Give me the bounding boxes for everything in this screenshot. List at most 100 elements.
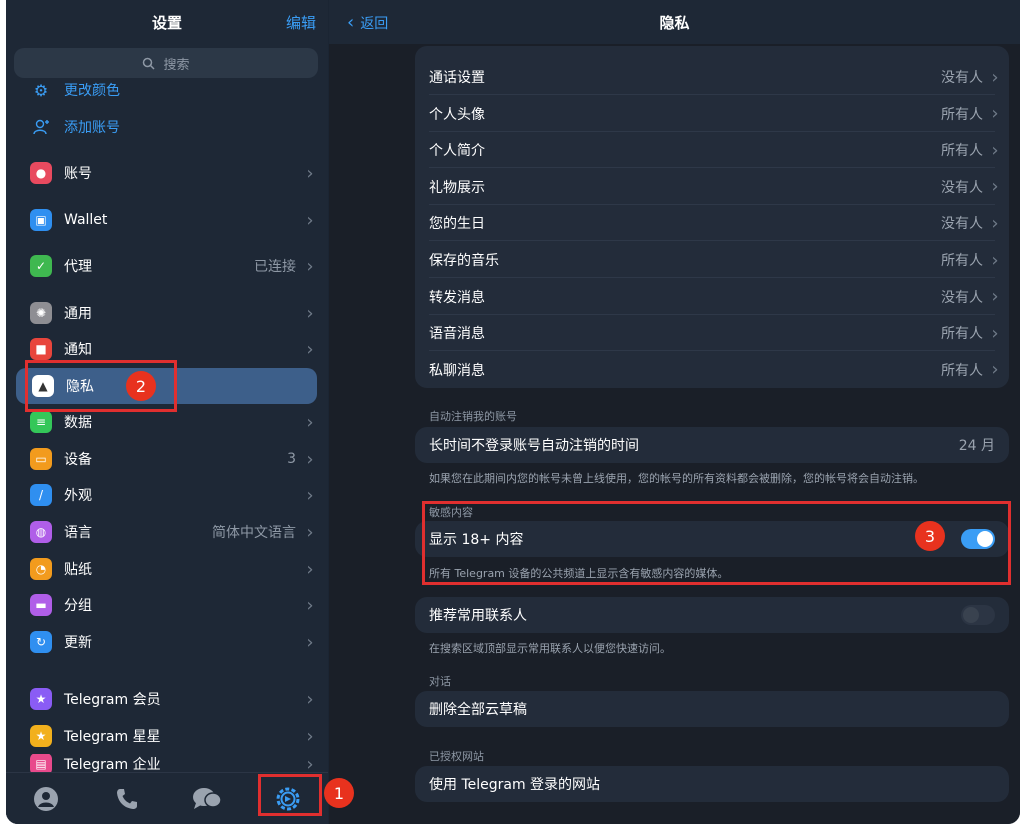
annotation-badge-1: 1 (324, 778, 354, 808)
privacy-row[interactable]: 通话设置 没有人 › (415, 59, 1009, 95)
privacy-header: ‹ 返回 隐私 (329, 0, 1020, 44)
privacy-title: 隐私 (659, 14, 690, 32)
search-placeholder: 搜索 (163, 57, 190, 73)
sidebar-item-8[interactable]: / 外观 › (14, 477, 320, 513)
refresh-icon: ↻ (30, 631, 52, 653)
sidebar-item-10[interactable]: ◔ 贴纸 › (14, 551, 320, 587)
suggest-contacts-label: 推荐常用联系人 (429, 608, 527, 624)
add-account-item[interactable]: 添加账号 (14, 109, 320, 145)
chevron-right-icon: › (306, 558, 314, 580)
add-account-label: 添加账号 (64, 120, 120, 136)
phone-icon (116, 788, 137, 809)
privacy-row-value: 没有人 (941, 216, 983, 233)
privacy-row-value: 没有人 (941, 179, 983, 196)
chevron-right-icon: › (991, 103, 999, 125)
chevron-right-icon: › (306, 754, 314, 774)
privacy-row[interactable]: 保存的音乐 所有人 › (415, 242, 1009, 278)
contacts-card: 推荐常用联系人 (415, 597, 1009, 633)
sidebar-item-13[interactable]: ★ Telegram 会员 › (14, 681, 320, 717)
annotation-badge-2: 2 (126, 371, 156, 401)
chevron-right-icon: › (306, 209, 314, 231)
change-color-item[interactable]: ⚙ 更改颜色 (14, 80, 320, 106)
star-icon: ★ (30, 725, 52, 747)
sidebar-item-2[interactable]: ✓ 代理 已连接 › (14, 248, 320, 284)
privacy-pane: ‹ 返回 隐私 通话设置 没有人 › 个人头像 所有人 › 个人简介 所有人 › 礼物展示 没有人 ›… (329, 0, 1020, 824)
privacy-row-label: 个人简介 (429, 143, 485, 160)
chevron-right-icon: › (306, 411, 314, 433)
privacy-row-label: 转发消息 (429, 289, 485, 306)
sidebar-item-value: 简体中文语言 (212, 525, 296, 541)
sidebar-item-12[interactable]: ↻ 更新 › (14, 624, 320, 660)
sidebar-item-14[interactable]: ★ Telegram 星星 › (14, 718, 320, 754)
sidebar-item-label: 通知 (64, 342, 92, 358)
chevron-right-icon: › (991, 139, 999, 161)
sticker-icon: ◔ (30, 558, 52, 580)
sidebar-item-label: 语言 (64, 525, 92, 541)
sidebar-item-label: Telegram 企业 (64, 757, 161, 773)
chevron-right-icon: › (306, 631, 314, 653)
chevron-right-icon: › (991, 66, 999, 88)
auto-delete-row[interactable]: 长时间不登录账号自动注销的时间 24 月 (415, 427, 1009, 463)
contacts-icon (34, 786, 59, 811)
chevron-right-icon: › (306, 162, 314, 184)
wallet-icon: ▣ (30, 209, 52, 231)
privacy-row-value: 没有人 (941, 289, 983, 306)
sidebar-title: 设置 (151, 14, 182, 32)
edit-button[interactable]: 编辑 (286, 12, 316, 33)
websites-card: 使用 Telegram 登录的网站 (415, 766, 1009, 802)
privacy-settings-card: 通话设置 没有人 › 个人头像 所有人 › 个人简介 所有人 › 礼物展示 没有人 › 您的生日 没有人 ›… (415, 46, 1009, 388)
sidebar-item-label: Telegram 会员 (64, 692, 161, 708)
folder-icon: ▬ (30, 594, 52, 616)
suggest-contacts-toggle[interactable] (961, 605, 995, 625)
sidebar-item-15[interactable]: ▤ Telegram 企业 › (14, 754, 320, 774)
logged-websites-row[interactable]: 使用 Telegram 登录的网站 (415, 766, 1009, 802)
sidebar-item-0[interactable]: ● 账号 › (14, 155, 320, 191)
privacy-row-label: 个人头像 (429, 106, 485, 123)
privacy-row[interactable]: 礼物展示 没有人 › (415, 169, 1009, 205)
tab-chats[interactable] (187, 779, 227, 819)
sidebar-item-7[interactable]: ▭ 设备 3 › (14, 441, 320, 477)
add-user-icon (30, 116, 52, 138)
privacy-row[interactable]: 个人简介 所有人 › (415, 132, 1009, 169)
search-input[interactable]: 搜索 (14, 48, 318, 78)
chevron-right-icon: › (991, 176, 999, 198)
notification-icon: ■ (30, 338, 52, 360)
chevron-right-icon: › (306, 594, 314, 616)
privacy-row[interactable]: 您的生日 没有人 › (415, 205, 1009, 242)
logged-websites-label: 使用 Telegram 登录的网站 (429, 777, 601, 793)
chevron-right-icon: › (306, 302, 314, 324)
sidebar-item-label: 更新 (64, 635, 92, 651)
database-icon: ≡ (30, 411, 52, 433)
privacy-row[interactable]: 语音消息 所有人 › (415, 315, 1009, 352)
chevron-right-icon: › (306, 484, 314, 506)
annotation-badge-3: 3 (915, 521, 945, 551)
tab-calls[interactable] (107, 779, 147, 819)
business-icon: ▤ (30, 754, 52, 774)
chevron-right-icon: › (991, 249, 999, 271)
privacy-row[interactable]: 私聊消息 所有人 › (415, 352, 1009, 388)
chevron-right-icon: › (991, 286, 999, 308)
chevron-right-icon: › (306, 725, 314, 747)
privacy-row[interactable]: 个人头像 所有人 › (415, 96, 1009, 132)
sidebar-item-11[interactable]: ▬ 分组 › (14, 587, 320, 623)
delete-drafts-row[interactable]: 删除全部云草稿 (415, 691, 1009, 727)
privacy-row-label: 您的生日 (429, 216, 485, 233)
search-icon (143, 57, 156, 70)
sidebar-item-3[interactable]: ✺ 通用 › (14, 295, 320, 331)
sidebar-item-label: 设备 (64, 452, 92, 468)
tab-contacts[interactable] (26, 779, 66, 819)
sidebar-item-1[interactable]: ▣ Wallet › (14, 202, 320, 238)
palette-icon: ⚙ (33, 80, 49, 100)
laptop-icon: ▭ (30, 448, 52, 470)
suggest-contacts-row: 推荐常用联系人 (415, 597, 1009, 633)
contacts-footnote: 在搜索区域顶部显示常用联系人以便您快速访问。 (429, 642, 671, 655)
chevron-right-icon: › (991, 212, 999, 234)
gear-icon: ✺ (30, 302, 52, 324)
sidebar-item-9[interactable]: ◍ 语言 简体中文语言 › (14, 514, 320, 550)
chevron-right-icon: › (306, 338, 314, 360)
sidebar-item-label: 外观 (64, 488, 92, 504)
sidebar-item-label: 数据 (64, 415, 92, 431)
telegram-window: 设置 编辑 搜索 ⚙ 更改颜色 添加账号 ● 账号 › ▣ Wallet › ✓ 代理 已连接 ›… (6, 0, 1020, 824)
privacy-row[interactable]: 转发消息 没有人 › (415, 279, 1009, 315)
toggle-knob (963, 607, 979, 623)
